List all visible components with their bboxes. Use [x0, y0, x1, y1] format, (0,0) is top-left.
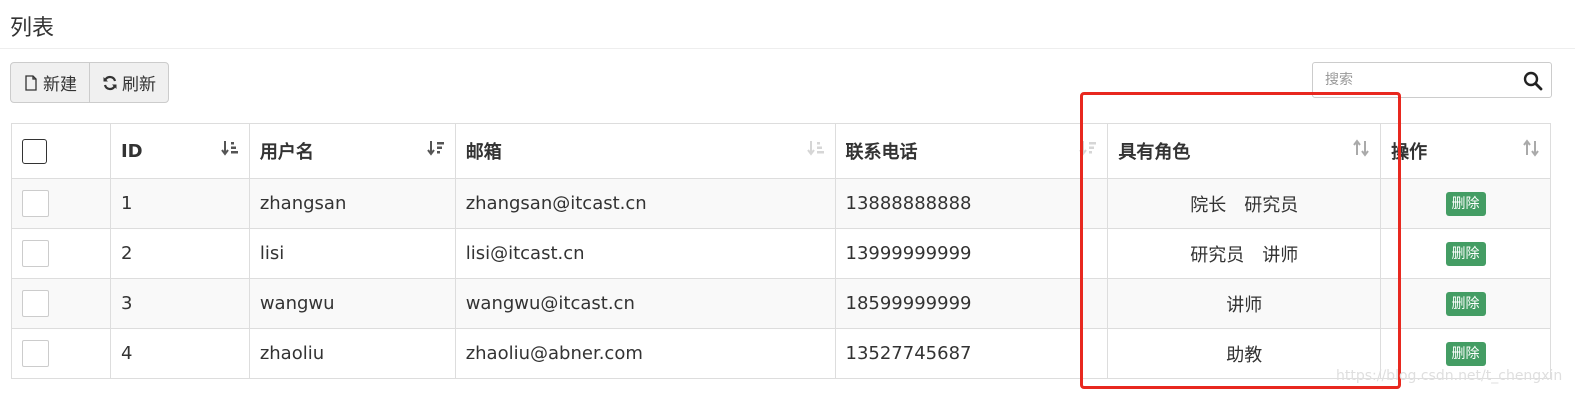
email-cell: zhaoliu@abner.com [454, 328, 836, 379]
table-row: 2 lisi lisi@itcast.cn 13999999999 研究员 讲师… [11, 228, 1551, 279]
file-icon [25, 74, 37, 91]
phone-cell: 13527745687 [834, 328, 1109, 379]
phone-cell: 13999999999 [834, 228, 1109, 279]
select-all-checkbox[interactable] [22, 138, 47, 164]
row-checkbox-cell [11, 328, 111, 379]
sort-descending-icon[interactable] [426, 138, 445, 158]
column-header-label: 联系电话 [845, 142, 918, 163]
username-cell: lisi [248, 228, 456, 279]
delete-button[interactable]: 删除 [1445, 341, 1486, 366]
column-header-phone[interactable]: 联系电话 [834, 123, 1109, 179]
table-row: 4 zhaoliu zhaoliu@abner.com 13527745687 … [11, 328, 1551, 379]
title-divider [0, 48, 1575, 49]
roles-cell: 院长 研究员 [1107, 178, 1382, 229]
toolbar: 新建 刷新 [10, 62, 169, 103]
sort-ascending-icon[interactable] [221, 138, 239, 158]
refresh-button[interactable]: 刷新 [89, 63, 168, 102]
row-checkbox[interactable] [22, 340, 49, 367]
column-header-roles[interactable]: 具有角色 [1107, 123, 1382, 179]
id-cell: 2 [109, 228, 250, 279]
id-cell: 3 [109, 278, 250, 329]
delete-button[interactable]: 删除 [1445, 291, 1486, 316]
email-cell: wangwu@itcast.cn [454, 278, 836, 329]
new-button-label: 新建 [43, 75, 77, 95]
row-checkbox[interactable] [22, 240, 49, 267]
column-header-label: 邮箱 [465, 142, 502, 163]
actions-cell: 删除 [1380, 178, 1551, 229]
username-cell: zhangsan [248, 178, 456, 229]
actions-cell: 删除 [1380, 228, 1551, 279]
column-header-label: 具有角色 [1118, 142, 1191, 163]
new-button[interactable]: 新建 [11, 63, 89, 102]
user-table: ID 用户名 邮箱 联系电话 具有角色 操作 1 zhangsan zhangs… [11, 123, 1551, 379]
roles-cell: 研究员 讲师 [1107, 228, 1382, 279]
refresh-button-label: 刷新 [122, 75, 156, 95]
actions-cell: 删除 [1380, 278, 1551, 329]
refresh-icon [103, 75, 117, 90]
table-row: 3 wangwu wangwu@itcast.cn 18599999999 讲师… [11, 278, 1551, 329]
row-checkbox[interactable] [22, 190, 49, 217]
header-select-all [11, 123, 111, 179]
column-header-label: ID [120, 140, 143, 162]
row-checkbox-cell [11, 228, 111, 279]
id-cell: 1 [109, 178, 250, 229]
table-row: 1 zhangsan zhangsan@itcast.cn 1388888888… [11, 178, 1551, 229]
delete-button[interactable]: 删除 [1445, 241, 1486, 266]
username-cell: wangwu [248, 278, 456, 329]
column-header-id[interactable]: ID [109, 123, 250, 179]
roles-cell: 讲师 [1107, 278, 1382, 329]
search-icon[interactable] [1523, 71, 1543, 91]
id-cell: 4 [109, 328, 250, 379]
column-header-label: 用户名 [259, 142, 314, 163]
watermark: https://blog.csdn.net/t_chengxin [1336, 368, 1563, 384]
email-cell: zhangsan@itcast.cn [454, 178, 836, 229]
row-checkbox[interactable] [22, 290, 49, 317]
row-checkbox-cell [11, 278, 111, 329]
delete-button[interactable]: 删除 [1445, 191, 1486, 216]
page-title: 列表 [10, 16, 55, 41]
table-header-row: ID 用户名 邮箱 联系电话 具有角色 操作 [11, 123, 1551, 179]
email-cell: lisi@itcast.cn [454, 228, 836, 279]
sort-both-icon[interactable] [1522, 138, 1540, 158]
search-input[interactable] [1313, 63, 1513, 97]
sort-both-icon[interactable] [1352, 138, 1370, 158]
sort-icon[interactable] [1079, 138, 1097, 158]
row-checkbox-cell [11, 178, 111, 229]
search-box [1312, 62, 1552, 98]
column-header-label: 操作 [1391, 142, 1428, 163]
column-header-username[interactable]: 用户名 [248, 123, 456, 179]
username-cell: zhaoliu [248, 328, 456, 379]
column-header-email[interactable]: 邮箱 [454, 123, 836, 179]
phone-cell: 13888888888 [834, 178, 1109, 229]
phone-cell: 18599999999 [834, 278, 1109, 329]
sort-icon[interactable] [806, 138, 825, 158]
column-header-actions[interactable]: 操作 [1380, 123, 1551, 179]
